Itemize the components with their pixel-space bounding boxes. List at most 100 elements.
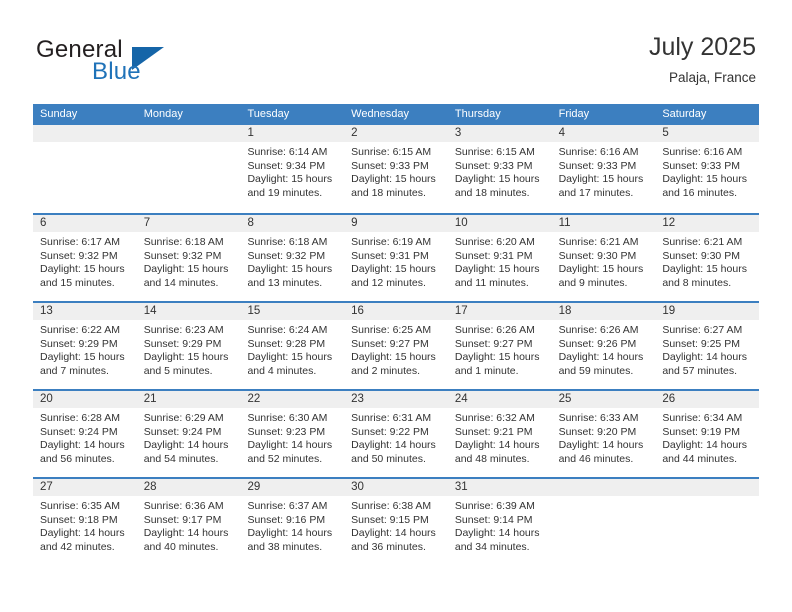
calendar-day-cell[interactable]: 29 Sunrise: 6:37 AM Sunset: 9:16 PM Dayligh… <box>240 479 345 565</box>
day-detail-line: and 50 minutes. <box>351 452 426 465</box>
day-detail-lines: Sunrise: 6:16 AM Sunset: 9:33 PM Daylight:… <box>552 142 656 200</box>
day-detail-line: Sunset: 9:19 PM <box>662 425 740 438</box>
day-detail-line: Sunrise: 6:14 AM <box>247 146 328 158</box>
calendar-day-cell[interactable]: 18 Sunrise: 6:26 AM Sunset: 9:26 PM Dayligh… <box>551 303 656 389</box>
day-detail-lines: Sunrise: 6:25 AM Sunset: 9:27 PM Daylight:… <box>344 320 448 378</box>
day-number-band: 21 <box>136 391 241 408</box>
day-detail-line: Sunset: 9:31 PM <box>351 249 429 262</box>
day-detail-lines: Sunrise: 6:15 AM Sunset: 9:33 PM Daylight:… <box>344 142 448 200</box>
calendar-day-cell[interactable]: 25 Sunrise: 6:33 AM Sunset: 9:20 PM Dayligh… <box>551 391 656 477</box>
day-detail-lines: Sunrise: 6:26 AM Sunset: 9:26 PM Daylight:… <box>552 320 656 378</box>
calendar-week-row: 13 Sunrise: 6:22 AM Sunset: 9:29 PM Dayligh… <box>33 301 760 389</box>
day-number-band: 14 <box>136 303 241 320</box>
day-detail-line: Sunset: 9:33 PM <box>662 159 740 172</box>
day-number: 11 <box>558 217 571 229</box>
day-number: 25 <box>558 393 572 405</box>
calendar-day-cell[interactable]: 15 Sunrise: 6:24 AM Sunset: 9:28 PM Dayligh… <box>240 303 345 389</box>
calendar-day-cell[interactable]: 31 Sunrise: 6:39 AM Sunset: 9:14 PM Dayligh… <box>447 479 552 565</box>
day-detail-line: Daylight: 15 hours <box>143 263 229 276</box>
calendar-day-cell[interactable]: 4 Sunrise: 6:16 AM Sunset: 9:33 PM Daylight… <box>551 125 656 211</box>
day-detail-line: Sunrise: 6:21 AM <box>558 236 639 248</box>
calendar-day-cell[interactable]: 19 Sunrise: 6:27 AM Sunset: 9:25 PM Dayligh… <box>655 303 760 389</box>
calendar-day-cell[interactable]: 21 Sunrise: 6:29 AM Sunset: 9:24 PM Dayligh… <box>136 391 241 477</box>
day-detail-line: Daylight: 15 hours <box>351 173 436 186</box>
day-detail-line: Sunrise: 6:19 AM <box>351 236 432 248</box>
calendar-day-cell[interactable]: 27 Sunrise: 6:35 AM Sunset: 9:18 PM Dayligh… <box>33 479 137 565</box>
day-detail-lines: Sunrise: 6:36 AM Sunset: 9:17 PM Daylight:… <box>137 496 241 554</box>
day-detail-line: Sunrise: 6:16 AM <box>662 146 743 158</box>
day-detail-line: Sunset: 9:25 PM <box>662 337 740 350</box>
calendar-day-cell[interactable]: 14 Sunrise: 6:23 AM Sunset: 9:29 PM Dayligh… <box>136 303 241 389</box>
day-number-band: 13 <box>33 303 137 320</box>
day-detail-line: Daylight: 14 hours <box>351 439 436 452</box>
day-detail-line: Sunset: 9:27 PM <box>454 337 533 350</box>
day-number: 20 <box>40 393 53 405</box>
day-number: 28 <box>143 481 157 493</box>
day-detail-line: and 19 minutes. <box>247 186 323 199</box>
calendar-day-cell[interactable]: 13 Sunrise: 6:22 AM Sunset: 9:29 PM Dayligh… <box>33 303 137 389</box>
day-detail-lines: Sunrise: 6:37 AM Sunset: 9:16 PM Daylight:… <box>240 496 344 554</box>
calendar-day-cell[interactable]: 5 Sunrise: 6:16 AM Sunset: 9:33 PM Daylight… <box>655 125 760 211</box>
day-number: 30 <box>351 481 364 493</box>
calendar-day-cell[interactable]: 17 Sunrise: 6:26 AM Sunset: 9:27 PM Dayligh… <box>447 303 552 389</box>
title-block: July 2025 Palaja, France <box>649 32 756 88</box>
calendar-day-cell[interactable]: 20 Sunrise: 6:28 AM Sunset: 9:24 PM Dayligh… <box>33 391 137 477</box>
day-number: 23 <box>351 393 364 405</box>
day-detail-line: and 34 minutes. <box>454 540 530 553</box>
day-number-band: 31 <box>447 479 552 496</box>
day-detail-line: Sunrise: 6:20 AM <box>454 236 535 248</box>
calendar-day-cell[interactable]: 24 Sunrise: 6:32 AM Sunset: 9:21 PM Dayligh… <box>447 391 552 477</box>
calendar-day-cell[interactable]: 12 Sunrise: 6:21 AM Sunset: 9:30 PM Dayligh… <box>655 215 760 301</box>
day-detail-line: Sunrise: 6:18 AM <box>143 236 224 248</box>
calendar-day-cell[interactable]: 2 Sunrise: 6:15 AM Sunset: 9:33 PM Daylight… <box>344 125 448 211</box>
calendar-day-cell[interactable]: 9 Sunrise: 6:19 AM Sunset: 9:31 PM Daylight… <box>344 215 448 301</box>
day-detail-line: and 2 minutes. <box>351 364 421 377</box>
calendar-day-cell[interactable]: 16 Sunrise: 6:25 AM Sunset: 9:27 PM Dayligh… <box>344 303 448 389</box>
weekday-header-monday: Monday <box>143 108 183 120</box>
day-detail-line: and 17 minutes. <box>558 186 634 199</box>
logo-text-blue: Blue <box>92 58 141 85</box>
day-detail-line: Sunset: 9:33 PM <box>351 159 429 172</box>
day-number-band: 7 <box>136 215 241 232</box>
day-detail-line: Sunset: 9:32 PM <box>143 249 222 262</box>
calendar-day-cell[interactable]: 3 Sunrise: 6:15 AM Sunset: 9:33 PM Daylight… <box>447 125 552 211</box>
calendar-day-cell[interactable]: 8 Sunrise: 6:18 AM Sunset: 9:32 PM Daylight… <box>240 215 345 301</box>
day-detail-line: Sunrise: 6:26 AM <box>454 324 535 336</box>
calendar-day-cell[interactable]: 22 Sunrise: 6:30 AM Sunset: 9:23 PM Dayligh… <box>240 391 345 477</box>
calendar-day-cell-empty <box>655 479 760 565</box>
day-detail-lines: Sunrise: 6:33 AM Sunset: 9:20 PM Daylight:… <box>552 408 656 466</box>
day-detail-line: Daylight: 15 hours <box>454 173 540 186</box>
day-detail-line: Daylight: 15 hours <box>662 173 747 186</box>
day-detail-line: Sunrise: 6:16 AM <box>558 146 639 158</box>
calendar-day-cell[interactable]: 6 Sunrise: 6:17 AM Sunset: 9:32 PM Daylight… <box>33 215 137 301</box>
day-number: 2 <box>351 127 358 139</box>
calendar-day-cell[interactable]: 23 Sunrise: 6:31 AM Sunset: 9:22 PM Dayligh… <box>344 391 448 477</box>
calendar-day-cell[interactable]: 28 Sunrise: 6:36 AM Sunset: 9:17 PM Dayligh… <box>136 479 241 565</box>
day-number: 22 <box>247 393 261 405</box>
day-detail-line: Sunset: 9:29 PM <box>40 337 118 350</box>
calendar-week-row: 27 Sunrise: 6:35 AM Sunset: 9:18 PM Dayligh… <box>33 477 760 565</box>
day-detail-line: and 54 minutes. <box>143 452 219 465</box>
calendar-day-cell[interactable]: 7 Sunrise: 6:18 AM Sunset: 9:32 PM Daylight… <box>136 215 241 301</box>
day-detail-line: and 44 minutes. <box>662 452 738 465</box>
calendar-day-cell[interactable]: 1 Sunrise: 6:14 AM Sunset: 9:34 PM Daylight… <box>240 125 345 211</box>
day-detail-lines: Sunrise: 6:39 AM Sunset: 9:14 PM Daylight:… <box>448 496 552 554</box>
calendar-day-cell[interactable]: 26 Sunrise: 6:34 AM Sunset: 9:19 PM Dayligh… <box>655 391 760 477</box>
calendar-day-cell[interactable]: 30 Sunrise: 6:38 AM Sunset: 9:15 PM Dayligh… <box>344 479 448 565</box>
day-number-band: 27 <box>33 479 137 496</box>
weekday-header-sunday: Sunday <box>40 108 78 120</box>
day-number: 12 <box>662 217 676 229</box>
day-number-band: 9 <box>344 215 448 232</box>
day-detail-line: and 4 minutes. <box>247 364 317 377</box>
day-detail-line: and 5 minutes. <box>143 364 213 377</box>
day-detail-line: Sunset: 9:21 PM <box>454 425 533 438</box>
day-detail-line: Daylight: 14 hours <box>662 439 747 452</box>
calendar-day-cell[interactable]: 10 Sunrise: 6:20 AM Sunset: 9:31 PM Dayligh… <box>447 215 552 301</box>
calendar-weeks: 1 Sunrise: 6:14 AM Sunset: 9:34 PM Daylight… <box>33 125 760 565</box>
day-number: 5 <box>662 127 669 139</box>
day-detail-line: Sunrise: 6:27 AM <box>662 324 743 336</box>
day-detail-line: and 57 minutes. <box>662 364 738 377</box>
day-number: 27 <box>40 481 53 493</box>
calendar-day-cell[interactable]: 11 Sunrise: 6:21 AM Sunset: 9:30 PM Dayligh… <box>551 215 656 301</box>
page-header: General Blue July 2025 Palaja, France <box>0 0 792 100</box>
